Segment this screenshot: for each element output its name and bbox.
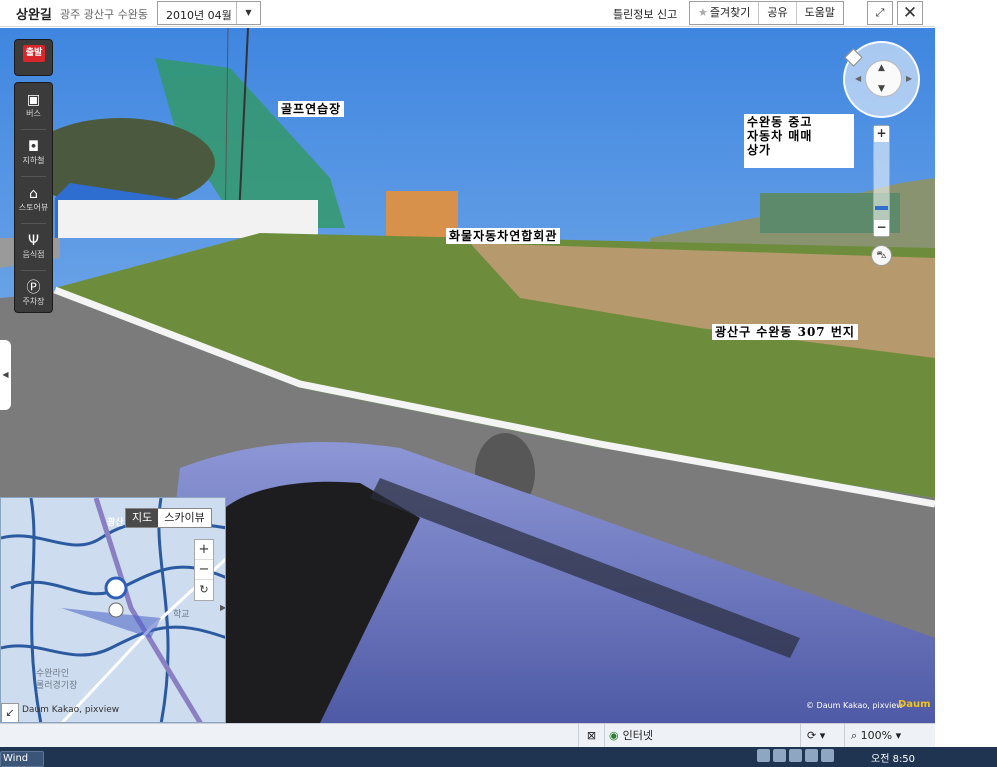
- tray-app-icon[interactable]: [821, 749, 834, 762]
- system-tray: [757, 749, 834, 765]
- rail-item-label: 지하철: [22, 156, 45, 165]
- help-button[interactable]: 도움말: [797, 2, 843, 24]
- tab-map[interactable]: 지도: [126, 509, 159, 527]
- rail-item-subway[interactable]: ◘ 지하철: [15, 130, 52, 176]
- capture-date-value: 2010년 04월: [166, 9, 232, 22]
- mini-map-reset-icon[interactable]: ↻: [195, 580, 213, 600]
- pan-down-icon[interactable]: ▼: [878, 84, 885, 94]
- mini-map-roads: [1, 498, 225, 722]
- rail-item-label: 스토어뷰: [18, 203, 49, 212]
- tray-update-icon[interactable]: [805, 749, 818, 762]
- parking-icon: Ⓟ: [26, 280, 41, 296]
- store-icon: ⌂: [29, 186, 38, 202]
- mini-map-credit: Daum Kakao, pixview: [22, 705, 120, 715]
- report-error-link[interactable]: 틀린정보 신고: [613, 6, 677, 22]
- zoom-out-button[interactable]: −: [874, 220, 889, 236]
- car-view-icon[interactable]: ⛍: [871, 245, 892, 266]
- star-icon: ★: [698, 6, 708, 19]
- fullscreen-icon[interactable]: ⤢: [867, 1, 893, 25]
- poi-category-rail: ▣ 버스 ◘ 지하철 ⌂ 스토어뷰 Ψ 음식점 Ⓟ 주차장: [14, 82, 53, 313]
- zoom-level[interactable]: ⌕ 100% ▾: [844, 724, 935, 748]
- rail-item-label: 주차장: [22, 297, 45, 306]
- zoom-in-button[interactable]: +: [874, 126, 889, 142]
- rail-item-storeview[interactable]: ⌂ 스토어뷰: [15, 177, 52, 223]
- protected-mode-icon[interactable]: ⟳ ▾: [800, 724, 844, 748]
- subway-icon: ◘: [27, 139, 40, 155]
- bus-icon: ▣: [26, 92, 41, 108]
- close-icon[interactable]: ✕: [897, 1, 923, 25]
- taskbar-window-item[interactable]: Wind: [0, 751, 44, 767]
- poi-label-used-car[interactable]: 수완동 중고 자동차 매매 상가: [744, 114, 854, 168]
- poi-label-truck-association[interactable]: 화물자동차연합회관: [446, 228, 561, 244]
- compass-control[interactable]: ▲ ▼ ◀ ▶: [843, 41, 920, 118]
- zoom-thumb[interactable]: [875, 206, 888, 210]
- globe-icon: ◉: [609, 729, 619, 742]
- pan-up-icon[interactable]: ▲: [878, 63, 885, 73]
- security-zone-label: 인터넷: [622, 729, 653, 742]
- road-name: 상완길: [16, 8, 52, 23]
- restaurant-icon: Ψ: [27, 233, 40, 249]
- rail-item-parking[interactable]: Ⓟ 주차장: [15, 271, 52, 317]
- popup-blocked-icon[interactable]: ⊠: [578, 724, 604, 748]
- map-label: 광산: [107, 518, 124, 528]
- taskbar-clock[interactable]: 오전 8:50: [871, 750, 915, 765]
- mini-map[interactable]: 지도 스카이뷰 + − ↻ 광산 수완라인 롤러경기장 학교 ▶ ↙ Daum …: [0, 497, 226, 723]
- rail-item-label: 버스: [26, 109, 41, 118]
- daum-logo: Daum: [898, 699, 931, 710]
- tray-alert-icon[interactable]: [773, 749, 786, 762]
- favorite-button[interactable]: ★ 즐겨찾기: [690, 2, 760, 24]
- zoom-slider[interactable]: + −: [873, 125, 890, 237]
- mini-map-zoom-in-icon[interactable]: +: [195, 540, 213, 560]
- pan-right-icon[interactable]: ▶: [906, 74, 912, 83]
- tray-network-icon[interactable]: [757, 749, 770, 762]
- map-label: 학교: [173, 610, 190, 620]
- rail-item-bus[interactable]: ▣ 버스: [15, 83, 52, 129]
- pan-left-icon[interactable]: ◀: [855, 74, 861, 83]
- panorama-credit: © Daum Kakao, pixview: [806, 701, 903, 710]
- mini-map-expand-icon[interactable]: ▶: [220, 603, 225, 612]
- rail-item-restaurant[interactable]: Ψ 음식점: [15, 224, 52, 270]
- tray-volume-icon[interactable]: [789, 749, 802, 762]
- chevron-down-icon[interactable]: ▼: [236, 2, 260, 24]
- taskbar: Wind 오전 8:50: [0, 747, 997, 767]
- poi-label-golf[interactable]: 골프연습장: [278, 101, 345, 117]
- resize-icon[interactable]: ↙: [1, 703, 19, 722]
- magnifier-icon: ⌕: [851, 729, 861, 742]
- rail-item-label: 음식점: [22, 250, 45, 259]
- map-type-tabs: 지도 스카이뷰: [125, 508, 212, 528]
- start-button[interactable]: 출발: [14, 39, 53, 76]
- panel-toggle-handle[interactable]: ◀: [0, 340, 11, 410]
- road-address: 광주 광산구 수완동: [60, 8, 148, 21]
- mini-map-zoom: + − ↻: [194, 539, 214, 601]
- browser-status-bar: ⊠ ◉ 인터넷 ⟳ ▾ ⌕ 100% ▾: [0, 723, 935, 748]
- capture-date-select[interactable]: 2010년 04월 ▼: [157, 1, 261, 25]
- favorite-label: 즐겨찾기: [709, 6, 751, 19]
- header-button-group: ★ 즐겨찾기 공유 도움말: [689, 1, 844, 25]
- share-button[interactable]: 공유: [759, 2, 797, 24]
- poi-label-lot-address[interactable]: 광산구 수완동 307 번지: [712, 324, 858, 340]
- zoom-level-value: 100%: [860, 729, 893, 742]
- street-view-header: 상완길 광주 광산구 수완동 2010년 04월 ▼ 틀린정보 신고 ★ 즐겨찾기…: [0, 0, 935, 27]
- mini-map-zoom-out-icon[interactable]: −: [195, 560, 213, 580]
- security-zone[interactable]: ◉ 인터넷: [604, 724, 800, 748]
- map-label: 롤러경기장: [36, 681, 78, 691]
- start-flag-icon: 출발: [23, 45, 45, 62]
- tab-skyview[interactable]: 스카이뷰: [158, 509, 211, 527]
